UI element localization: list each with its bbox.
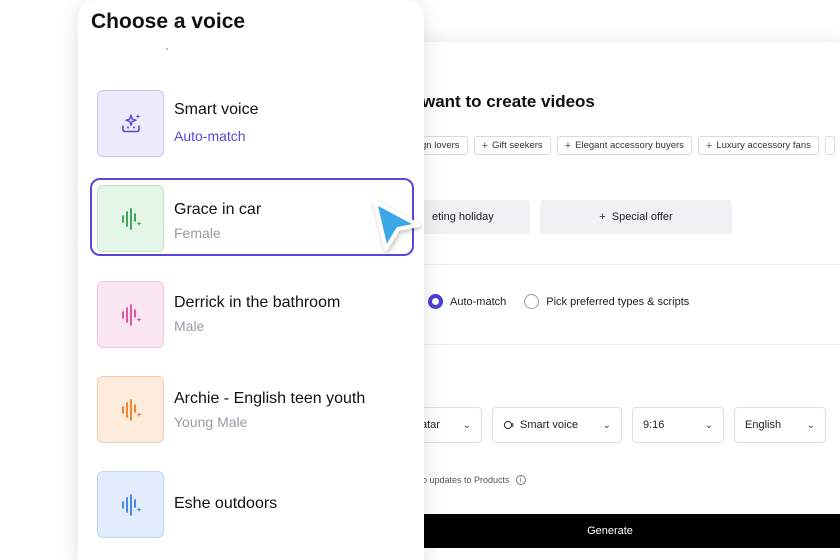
- radio-auto-match[interactable]: Auto-match: [428, 294, 506, 309]
- divider: [380, 344, 840, 345]
- voice-option-smart-voice[interactable]: Smart voice Auto-match: [90, 79, 414, 157]
- chip-audience-4[interactable]: + Luxury accessory fans: [697, 136, 819, 155]
- voice-icon: [503, 420, 514, 430]
- chevron-down-icon: ⌄: [602, 419, 611, 431]
- products-note: o updates to Products i: [422, 475, 526, 485]
- voice-name: Grace in car: [174, 201, 262, 218]
- language-select[interactable]: English ⌄: [734, 407, 826, 443]
- plus-icon: +: [481, 139, 488, 152]
- waveform-icon: [121, 303, 141, 326]
- generate-button[interactable]: Generate: [380, 514, 840, 548]
- voice-tile: [97, 376, 164, 443]
- scroll-indicator: [166, 48, 168, 50]
- waveform-icon: [121, 207, 141, 230]
- voice-tile: [97, 90, 164, 157]
- radio-unselected-icon: [524, 294, 540, 309]
- info-icon[interactable]: i: [515, 475, 526, 485]
- voice-name: Eshe outdoors: [174, 495, 278, 512]
- plus-icon: +: [564, 139, 572, 152]
- voice-tile: [97, 185, 164, 252]
- waveform-icon: [121, 493, 141, 516]
- chevron-down-icon: ⌄: [806, 419, 815, 431]
- audience-chips: gn lovers + Gift seekers + Elegant accesso…: [400, 136, 835, 155]
- theme-pills: eting holiday + Special offer: [392, 200, 732, 234]
- voice-name: Smart voice: [174, 101, 259, 118]
- chip-audience-2[interactable]: + Gift seekers: [473, 136, 551, 155]
- chevron-down-icon: ⌄: [704, 419, 713, 431]
- panel-title: Choose a voice: [91, 10, 246, 33]
- radio-pick-preferred[interactable]: Pick preferred types & scripts: [524, 294, 689, 309]
- voice-subtitle: Female: [174, 225, 221, 241]
- voice-option-derrick[interactable]: Derrick in the bathroom Male: [90, 270, 414, 348]
- chip-audience-5[interactable]: [824, 136, 835, 155]
- options-selects: atar ⌄ Smart voice ⌄ 9:16 ⌄ English ⌄: [392, 407, 826, 443]
- script-mode-radios: Auto-match Pick preferred types & script…: [428, 294, 689, 309]
- chip-audience-3[interactable]: + Elegant accessory buyers: [556, 136, 692, 155]
- sparkle-voice-icon: [121, 113, 140, 132]
- plus-icon: +: [599, 211, 606, 223]
- voice-chooser-panel: Choose a voice Smart voice Auto-match Gr…: [78, 0, 424, 560]
- background-app-window: want to create videos gn lovers + Gift se…: [380, 42, 840, 560]
- voice-name: Archie - English teen youth: [174, 390, 366, 407]
- voice-subtitle: Male: [174, 318, 205, 334]
- waveform-icon: [121, 398, 141, 421]
- voice-name: Derrick in the bathroom: [174, 294, 341, 311]
- voice-select[interactable]: Smart voice ⌄: [492, 407, 622, 443]
- page-title: want to create videos: [422, 92, 595, 111]
- voice-subtitle: Auto-match: [174, 128, 246, 144]
- aspect-ratio-select[interactable]: 9:16 ⌄: [632, 407, 724, 443]
- voice-tile: [97, 471, 164, 538]
- pill-special-offer[interactable]: + Special offer: [540, 200, 732, 234]
- divider: [380, 264, 840, 265]
- voice-tile: [97, 281, 164, 348]
- voice-option-archie[interactable]: Archie - English teen youth Young Male: [90, 365, 414, 443]
- stage: want to create videos gn lovers + Gift se…: [0, 0, 840, 560]
- voice-subtitle: Young Male: [174, 414, 248, 430]
- voice-option-eshe[interactable]: Eshe outdoors: [90, 460, 414, 538]
- plus-icon: +: [705, 139, 713, 152]
- mouse-pointer-icon: [373, 200, 420, 251]
- chevron-down-icon: ⌄: [462, 419, 471, 431]
- radio-selected-icon: [428, 294, 443, 309]
